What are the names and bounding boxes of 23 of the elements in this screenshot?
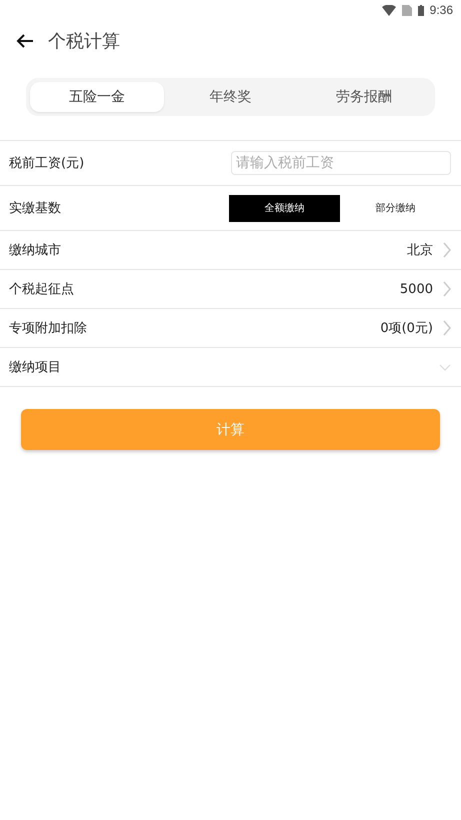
wifi-icon <box>382 4 396 16</box>
row-label: 缴纳城市 <box>9 242 62 259</box>
row-label: 个税起征点 <box>9 281 75 298</box>
tab[interactable]: 五险一金 <box>30 82 164 112</box>
tab[interactable]: 年终奖 <box>164 82 298 112</box>
row-label: 税前工资(元) <box>9 155 86 172</box>
page-title: 个税计算 <box>48 30 120 53</box>
row-value: 0项(0元) <box>380 320 433 337</box>
segment-option[interactable]: 全额缴纳 <box>229 194 340 222</box>
no-sim-icon <box>402 4 412 16</box>
status-time: 9:36 <box>430 3 453 17</box>
row-label: 实缴基数 <box>9 200 62 217</box>
salary-input-field[interactable]: 请输入税前工资 <box>231 151 451 175</box>
tab[interactable]: 劳务报酬 <box>297 82 432 112</box>
chevron-right-icon <box>443 281 451 297</box>
row-label: 专项附加扣除 <box>9 320 88 337</box>
back-arrow-icon[interactable] <box>16 34 34 48</box>
row-value: 5000 <box>400 282 433 296</box>
chevron-right-icon <box>443 242 451 258</box>
chevron-right-icon <box>443 320 451 336</box>
battery-icon <box>418 4 424 16</box>
row-value: 北京 <box>407 242 433 259</box>
row-label: 缴纳项目 <box>9 359 62 376</box>
